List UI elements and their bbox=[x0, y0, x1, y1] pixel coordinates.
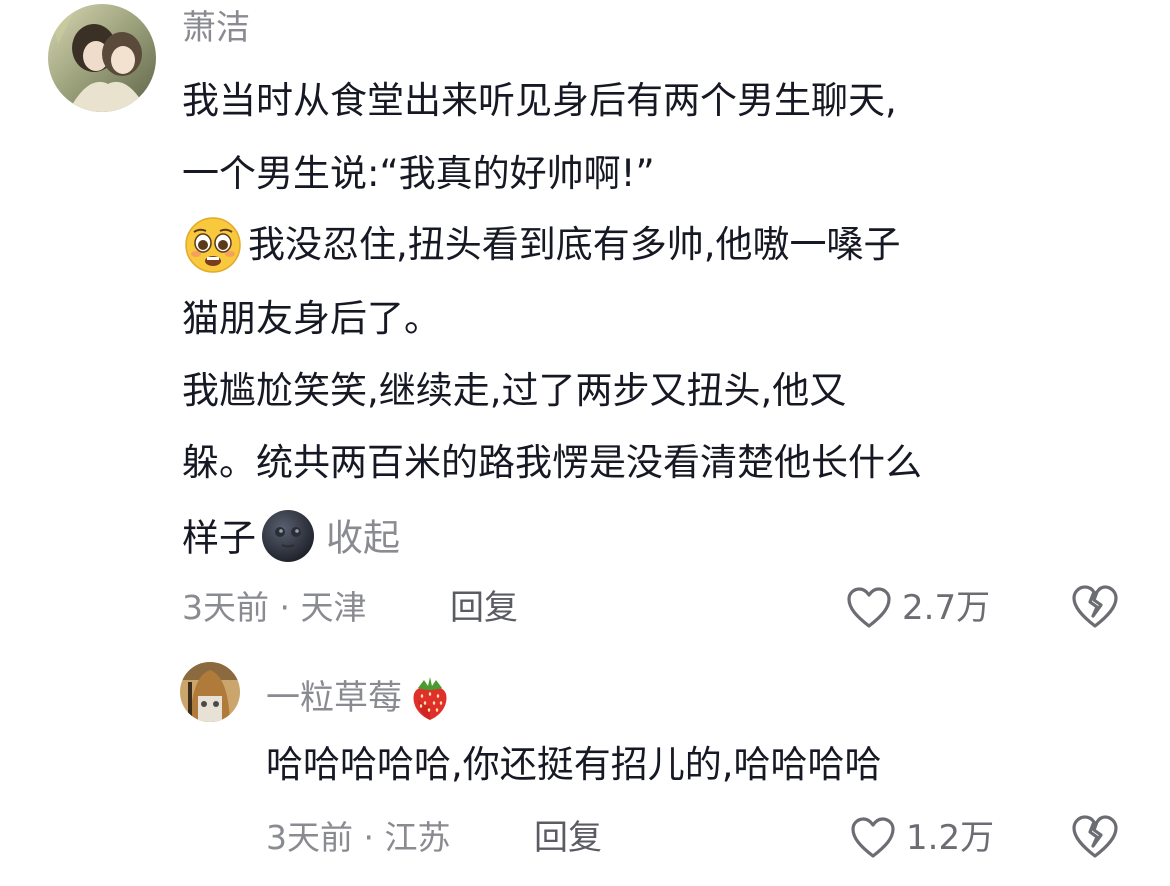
comment-line-3: 我没忍住,扭头看到底有多帅,他嗷一嗓子 bbox=[248, 223, 901, 266]
heart-outline-icon bbox=[850, 816, 896, 860]
collapse-link[interactable]: 收起 bbox=[326, 517, 400, 560]
reply-like-count: 1.2万 bbox=[906, 818, 995, 858]
comment-line-7: 样子 收起 bbox=[182, 510, 400, 568]
reply-author-avatar[interactable] bbox=[180, 662, 240, 722]
broken-heart-outline-icon bbox=[1071, 585, 1119, 634]
comment-author-name[interactable]: 萧洁 bbox=[182, 8, 250, 48]
comment-line-2: 一个男生说:“我真的好帅啊!” bbox=[182, 152, 655, 195]
reply-author-name[interactable]: 一粒草莓 bbox=[266, 674, 452, 722]
reply-text: 哈哈哈哈哈,你还挺有招儿的,哈哈哈哈 bbox=[266, 743, 882, 786]
comment-line-6: 躲。统共两百米的路我愣是没看清楚他长什么 bbox=[182, 441, 922, 484]
comment-author-avatar[interactable] bbox=[48, 4, 156, 112]
comment-like-button[interactable]: 2.7万 bbox=[846, 584, 990, 632]
reply-like-button[interactable]: 1.2万 bbox=[850, 814, 994, 862]
reply-time-location: 3天前 · 江苏 bbox=[266, 818, 451, 857]
comment-line-4: 猫朋友身后了。 bbox=[182, 297, 441, 340]
reply-reply-button[interactable]: 回复 bbox=[534, 818, 602, 858]
comment-time-location: 3天前 · 天津 bbox=[182, 588, 367, 627]
avatar-illustration bbox=[48, 4, 156, 112]
reply-author-name-text: 一粒草莓 bbox=[266, 678, 402, 718]
strawberry-emoji bbox=[408, 674, 452, 722]
new-moon-face-emoji bbox=[260, 508, 316, 564]
comment-line-7-text: 样子 bbox=[182, 516, 256, 560]
broken-heart-outline-icon bbox=[1071, 815, 1119, 864]
comment-line-5: 我尴尬笑笑,继续走,过了两步又扭头,他又 bbox=[182, 369, 847, 412]
heart-outline-icon bbox=[846, 586, 892, 630]
avatar-photo bbox=[180, 662, 240, 722]
reply-dislike-button[interactable] bbox=[1071, 814, 1119, 860]
comment-reply-button[interactable]: 回复 bbox=[450, 588, 518, 628]
comment-line-1: 我当时从食堂出来听见身后有两个男生聊天, bbox=[182, 79, 897, 122]
comment-like-count: 2.7万 bbox=[902, 588, 991, 628]
pleading-face-emoji bbox=[184, 216, 242, 274]
comment-dislike-button[interactable] bbox=[1071, 584, 1119, 630]
